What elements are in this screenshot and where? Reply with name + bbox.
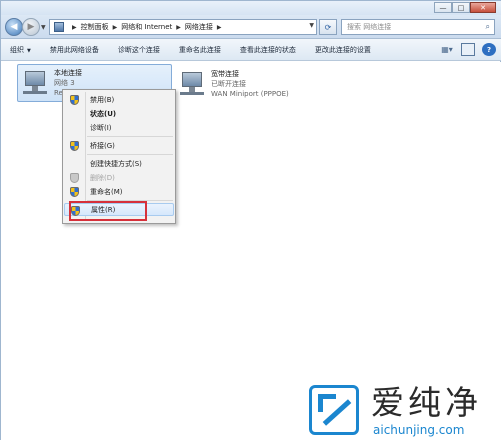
menu-item-bridge[interactable]: 桥接(G): [64, 139, 174, 152]
menu-item-label: 重命名(M): [90, 187, 123, 196]
search-box[interactable]: ⌕: [341, 19, 495, 35]
watermark-title: 爱纯净: [371, 383, 482, 422]
shield-icon: [70, 95, 79, 105]
connection-device: WAN Miniport (PPPOE): [211, 90, 289, 98]
preview-pane-icon[interactable]: [461, 43, 475, 56]
menu-separator: [87, 136, 173, 137]
close-button[interactable]: ✕: [470, 2, 496, 13]
menu-item-label: 删除(D): [90, 173, 115, 182]
address-dropdown-icon[interactable]: ▼: [309, 22, 314, 29]
menu-item-status[interactable]: 状态(U): [64, 107, 174, 120]
connection-name: 宽带连接: [211, 70, 239, 78]
broadband-connection-item[interactable]: 宽带连接 已断开连接 WAN Miniport (PPPOE): [175, 66, 345, 100]
control-panel-icon: [54, 22, 64, 32]
chevron-down-icon: ▼: [27, 47, 31, 54]
back-button[interactable]: ◀: [5, 18, 23, 36]
organize-label: 组织: [10, 45, 24, 54]
window-controls: — □ ✕: [434, 2, 496, 13]
watermark-subtitle: aichunjing.com: [373, 423, 465, 437]
disable-device-button[interactable]: 禁用此网络设备: [50, 45, 99, 55]
maximize-button[interactable]: □: [452, 2, 470, 13]
organize-menu[interactable]: 组织 ▼: [10, 45, 31, 55]
menu-item-label: 状态(U): [90, 109, 117, 118]
address-bar[interactable]: ▶ 控制面板 ▶ 网络和 Internet ▶ 网络连接 ▶ ▼: [49, 19, 317, 35]
search-icon[interactable]: ⌕: [486, 22, 490, 32]
menu-item-create-shortcut[interactable]: 创建快捷方式(S): [64, 157, 174, 170]
broadband-adapter-icon: [179, 70, 207, 98]
network-adapter-icon: [22, 69, 50, 97]
chevron-right-icon[interactable]: ▶: [217, 24, 222, 31]
title-bar: — □ ✕: [1, 1, 501, 15]
recent-pages-dropdown-icon[interactable]: ▼: [41, 24, 46, 31]
forward-arrow-icon: ▶: [27, 22, 35, 32]
shield-icon: [70, 173, 79, 183]
address-row: ◀ ▶ ▼ ▶ 控制面板 ▶ 网络和 Internet ▶ 网络连接 ▶ ▼ ⟳…: [1, 15, 501, 39]
refresh-icon: ⟳: [324, 22, 332, 32]
menu-item-label: 桥接(G): [90, 141, 115, 150]
search-input[interactable]: [347, 23, 477, 31]
view-status-button[interactable]: 查看此连接的状态: [240, 45, 296, 55]
minimize-button[interactable]: —: [434, 2, 452, 13]
site-logo-icon: [309, 385, 359, 435]
network-connections-window: — □ ✕ ◀ ▶ ▼ ▶ 控制面板 ▶ 网络和 Internet ▶ 网络连接…: [0, 0, 501, 440]
command-bar-icons: ▦▾ ?: [433, 43, 496, 56]
menu-item-delete: 删除(D): [64, 171, 174, 184]
menu-item-label: 诊断(I): [90, 123, 112, 132]
shield-icon: [70, 187, 79, 197]
help-icon[interactable]: ?: [482, 43, 496, 56]
back-arrow-icon: ◀: [10, 22, 18, 32]
connection-status: 网络 3: [54, 79, 75, 87]
change-settings-button[interactable]: 更改此连接的设置: [315, 45, 371, 55]
breadcrumb-network-connections[interactable]: 网络连接: [185, 22, 213, 32]
refresh-button[interactable]: ⟳: [319, 19, 337, 35]
change-view-icon[interactable]: ▦▾: [440, 43, 454, 56]
shield-icon: [70, 141, 79, 151]
chevron-right-icon[interactable]: ▶: [176, 24, 181, 31]
breadcrumb-network-internet[interactable]: 网络和 Internet: [121, 22, 172, 32]
command-bar: 组织 ▼ 禁用此网络设备 诊断这个连接 重命名此连接 查看此连接的状态 更改此连接…: [1, 39, 501, 61]
forward-button[interactable]: ▶: [22, 18, 40, 36]
breadcrumb-control-panel[interactable]: 控制面板: [81, 22, 109, 32]
highlight-annotation-box: [69, 201, 147, 221]
chevron-right-icon[interactable]: ▶: [113, 24, 118, 31]
site-watermark: 爱纯净 aichunjing.com: [305, 381, 500, 439]
menu-separator: [87, 154, 173, 155]
connection-name: 本地连接: [54, 69, 82, 77]
menu-item-label: 禁用(B): [90, 95, 115, 104]
chevron-right-icon[interactable]: ▶: [72, 24, 77, 31]
diagnose-connection-button[interactable]: 诊断这个连接: [118, 45, 160, 55]
menu-item-rename[interactable]: 重命名(M): [64, 185, 174, 198]
menu-item-label: 创建快捷方式(S): [90, 159, 142, 168]
menu-item-disable[interactable]: 禁用(B): [64, 93, 174, 106]
connection-status: 已断开连接: [211, 80, 246, 88]
rename-connection-button[interactable]: 重命名此连接: [179, 45, 221, 55]
menu-item-diagnose[interactable]: 诊断(I): [64, 121, 174, 134]
